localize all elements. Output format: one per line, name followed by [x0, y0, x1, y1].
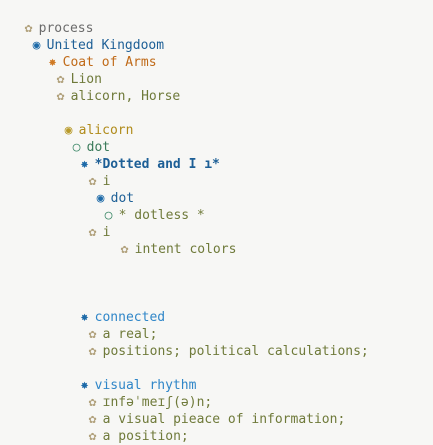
outline-item-coat-of-arms[interactable]: ✸ Coat of Arms	[33, 37, 157, 70]
outline-item-intent-colors[interactable]: ✿ intent colors	[105, 224, 237, 257]
outline-item-dot[interactable]: ○ dot	[57, 122, 110, 155]
outline-item-dot-2[interactable]: ◉ dot	[81, 173, 134, 206]
flower-bullet-icon: ✿	[88, 429, 97, 444]
outline-item-a-position[interactable]: ✿ a position;	[73, 411, 189, 444]
outline-item-visual-rhythm[interactable]: ✸ visual rhythm	[65, 360, 197, 393]
outline-item-alicorn[interactable]: ◉ alicorn	[49, 105, 134, 138]
outline-item-label: intent colors	[134, 242, 237, 257]
outline-item-visual-piece[interactable]: ✿ a visual pieace of information;	[73, 394, 346, 427]
outline-item-united-kingdoom[interactable]: ◉ United Kingdoom	[17, 20, 164, 53]
outline-item-i-2[interactable]: ✿ i	[73, 207, 111, 240]
outline-item-label: * dotless *	[118, 208, 205, 223]
outline-item-phonetic[interactable]: ✿ ɪnfəˈmeɪʃ(ə)n;	[73, 377, 213, 410]
outline-item-dotted-and-i[interactable]: ✸ *Dotted and I ı*	[65, 139, 220, 172]
flower-bullet-icon: ✿	[120, 242, 129, 257]
outline-item-lion[interactable]: ✿ Lion	[41, 54, 102, 87]
outline-item-label: a position;	[102, 429, 189, 444]
outline-item-positions[interactable]: ✿ positions; political calculations;	[73, 326, 369, 359]
outline-item-label: *Dotted and I ı*	[94, 157, 220, 172]
outline-item-label: positions; political calculations;	[102, 344, 369, 359]
outline-item-process[interactable]: ✿ process	[9, 3, 94, 36]
flower-bullet-icon: ✿	[56, 89, 65, 104]
outline-item-label: alicorn, Horse	[70, 89, 181, 104]
outline-item-a-real[interactable]: ✿ a real;	[73, 309, 158, 342]
outline-item-dotless[interactable]: ○ * dotless *	[89, 190, 205, 223]
flower-bullet-icon: ✿	[88, 344, 97, 359]
flower-bullet-icon: ✿	[88, 225, 97, 240]
outline-item-alicorn-horse[interactable]: ✿ alicorn, Horse	[41, 71, 181, 104]
outline-item-i[interactable]: ✿ i	[73, 156, 111, 189]
outline-item-connected[interactable]: ✸ connected	[65, 292, 165, 325]
